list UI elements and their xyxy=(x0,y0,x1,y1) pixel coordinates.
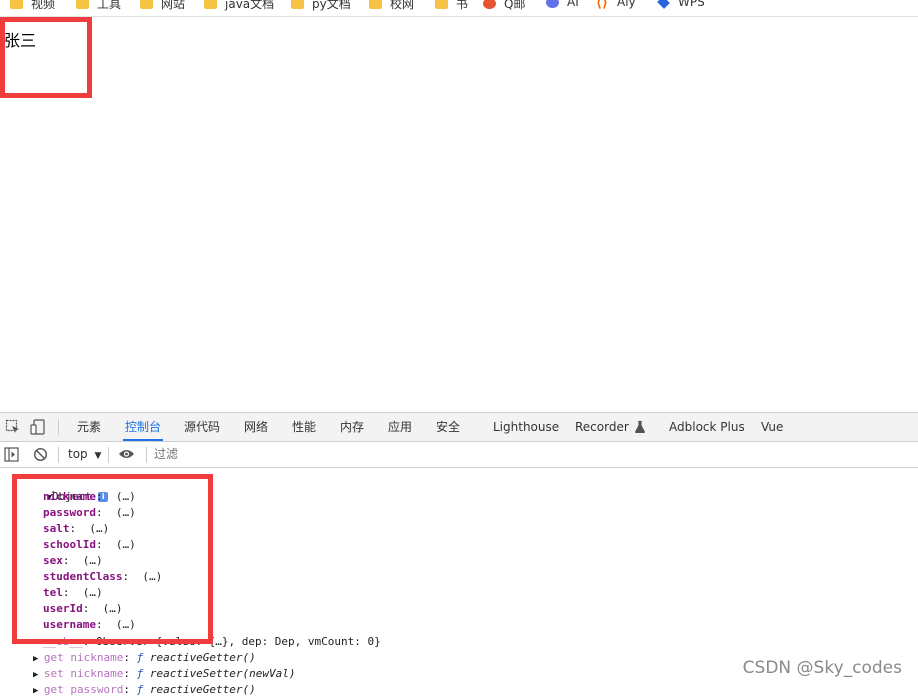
accessor-fn: reactiveGetter xyxy=(149,651,243,664)
folder-icon xyxy=(140,0,153,9)
annotation-box xyxy=(0,17,92,98)
tab-network[interactable]: 网络 xyxy=(244,413,268,441)
bookmark-1[interactable]: 工具 xyxy=(76,0,121,12)
caret-right-icon: ▶ xyxy=(33,654,44,664)
inspect-icon[interactable] xyxy=(5,419,21,435)
tab-recorder-label: Recorder xyxy=(575,420,629,434)
tab-memory[interactable]: 内存 xyxy=(340,413,364,441)
accessor-args: (newVal) xyxy=(242,667,296,680)
console-toolbar: top ▼ xyxy=(0,442,918,468)
qq-mail-icon xyxy=(483,0,496,9)
watermark: CSDN @Sky_codes xyxy=(742,658,902,678)
console-filter-input[interactable] xyxy=(152,445,456,463)
bookmark-3[interactable]: java文档 xyxy=(204,0,274,12)
toolbar-divider xyxy=(58,447,59,463)
context-label: top xyxy=(68,447,88,461)
accessor-fn: reactiveGetter xyxy=(149,683,243,696)
tab-elements[interactable]: 元素 xyxy=(77,413,101,441)
tab-vue[interactable]: Vue xyxy=(761,413,783,441)
accessor-name: nickname xyxy=(70,651,124,664)
bookmark-label: java文档 xyxy=(225,0,275,11)
bookmark-label: 校网 xyxy=(390,0,415,11)
bookmark-label: AI xyxy=(567,0,579,9)
bookmark-9[interactable]: ⟨⟩ Aly xyxy=(596,0,636,11)
wps-icon xyxy=(657,0,670,9)
bookmark-label: 书 xyxy=(456,0,469,11)
folder-icon xyxy=(76,0,89,9)
bookmark-6[interactable]: 书 xyxy=(435,0,468,12)
bookmark-label: WPS xyxy=(678,0,705,9)
bookmarks-bar: 视频 工具 网站 java文档 py文档 校网 书 Q邮 AI ⟨⟩ Aly W… xyxy=(0,0,918,15)
devtools-tab-strip: 元素 控制台 源代码 网络 性能 内存 应用 安全 Lighthouse Rec… xyxy=(0,413,918,442)
tab-security[interactable]: 安全 xyxy=(436,413,460,441)
accessor-args: () xyxy=(242,651,256,664)
bookmarks-divider xyxy=(0,16,918,17)
folder-icon xyxy=(10,0,23,9)
accessor-row[interactable]: ▶ get password: ƒ reactiveGetter() xyxy=(33,682,256,698)
bookmark-label: 工具 xyxy=(97,0,122,11)
bookmark-label: 视频 xyxy=(31,0,56,11)
accessor-kind: set xyxy=(43,667,64,680)
tab-adblock-plus[interactable]: Adblock Plus xyxy=(669,413,745,441)
chevron-down-icon: ▼ xyxy=(94,451,102,461)
toolbar-divider xyxy=(108,447,109,463)
accessor-kind: get xyxy=(43,683,64,696)
ai-icon xyxy=(546,0,559,8)
bookmark-7[interactable]: Q邮 xyxy=(483,0,525,12)
tab-console[interactable]: 控制台 xyxy=(122,413,164,441)
bookmark-label: Aly xyxy=(617,0,636,9)
bookmark-label: 网站 xyxy=(161,0,186,11)
folder-icon xyxy=(369,0,382,9)
tab-divider xyxy=(58,419,59,435)
accessor-kind: get xyxy=(43,651,64,664)
flask-icon xyxy=(634,415,645,443)
bookmark-2[interactable]: 网站 xyxy=(140,0,185,12)
tab-lighthouse[interactable]: Lighthouse xyxy=(493,413,559,441)
device-toolbar-icon[interactable] xyxy=(30,419,46,435)
bookmark-0[interactable]: 视频 xyxy=(10,0,55,12)
bookmark-4[interactable]: py文档 xyxy=(291,0,351,12)
bookmark-label: py文档 xyxy=(312,0,351,11)
accessor-name: password xyxy=(70,683,124,696)
bookmark-10[interactable]: WPS xyxy=(657,0,705,9)
aliyun-icon: ⟨⟩ xyxy=(596,0,608,11)
bookmark-label: Q邮 xyxy=(504,0,526,11)
folder-icon xyxy=(435,0,448,9)
accessor-fn: reactiveSetter xyxy=(149,667,243,680)
folder-icon xyxy=(204,0,217,9)
tab-recorder[interactable]: Recorder xyxy=(575,413,645,441)
accessor-row[interactable]: ▶ set nickname: ƒ reactiveSetter(newVal) xyxy=(33,666,296,682)
context-selector[interactable]: top ▼ xyxy=(68,447,101,461)
bookmark-5[interactable]: 校网 xyxy=(369,0,414,12)
tab-application[interactable]: 应用 xyxy=(388,413,412,441)
clear-console-icon[interactable] xyxy=(33,447,48,465)
folder-icon xyxy=(291,0,304,9)
annotation-box xyxy=(12,474,213,644)
toolbar-divider xyxy=(146,447,147,463)
accessor-row[interactable]: ▶ get nickname: ƒ reactiveGetter() xyxy=(33,650,256,666)
caret-right-icon: ▶ xyxy=(33,686,44,696)
eye-icon[interactable] xyxy=(118,447,135,464)
accessor-name: nickname xyxy=(70,667,124,680)
tab-sources[interactable]: 源代码 xyxy=(184,413,220,441)
sidebar-toggle-icon[interactable] xyxy=(4,447,19,465)
accessor-args: () xyxy=(242,683,256,696)
tab-performance[interactable]: 性能 xyxy=(292,413,316,441)
bookmark-8[interactable]: AI xyxy=(546,0,579,9)
caret-right-icon: ▶ xyxy=(33,670,44,680)
